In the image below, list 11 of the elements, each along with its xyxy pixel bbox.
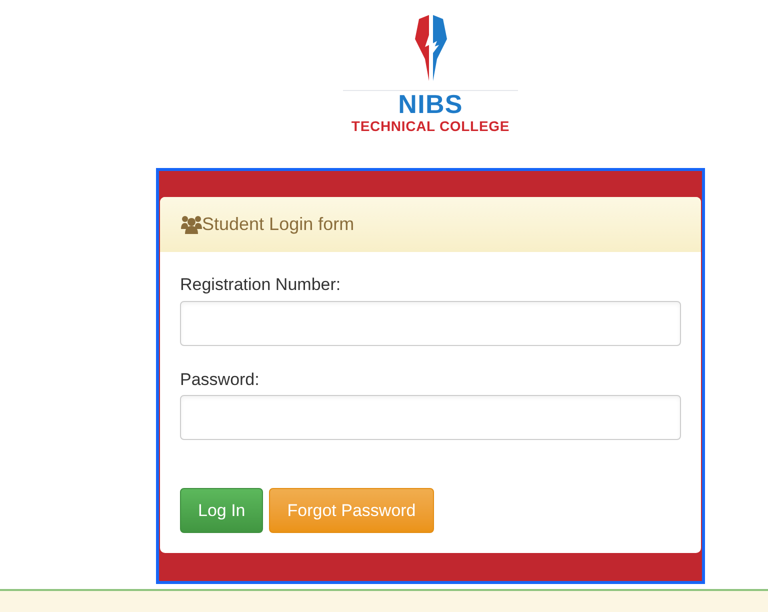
users-icon [181, 215, 202, 234]
logo-name: NIBS [398, 91, 463, 117]
pen-nib-logo-icon [414, 15, 446, 81]
panel-title: Student Login form [202, 213, 354, 236]
forgot-password-button[interactable]: Forgot Password [269, 488, 434, 533]
registration-number-field[interactable] [180, 300, 681, 346]
logo-subtitle: TECHNICAL COLLEGE [351, 117, 510, 135]
password-field[interactable] [180, 395, 681, 440]
log-in-button[interactable]: Log In [180, 488, 264, 533]
field-label: Password: [180, 368, 260, 390]
field-label: Registration Number: [180, 274, 342, 296]
